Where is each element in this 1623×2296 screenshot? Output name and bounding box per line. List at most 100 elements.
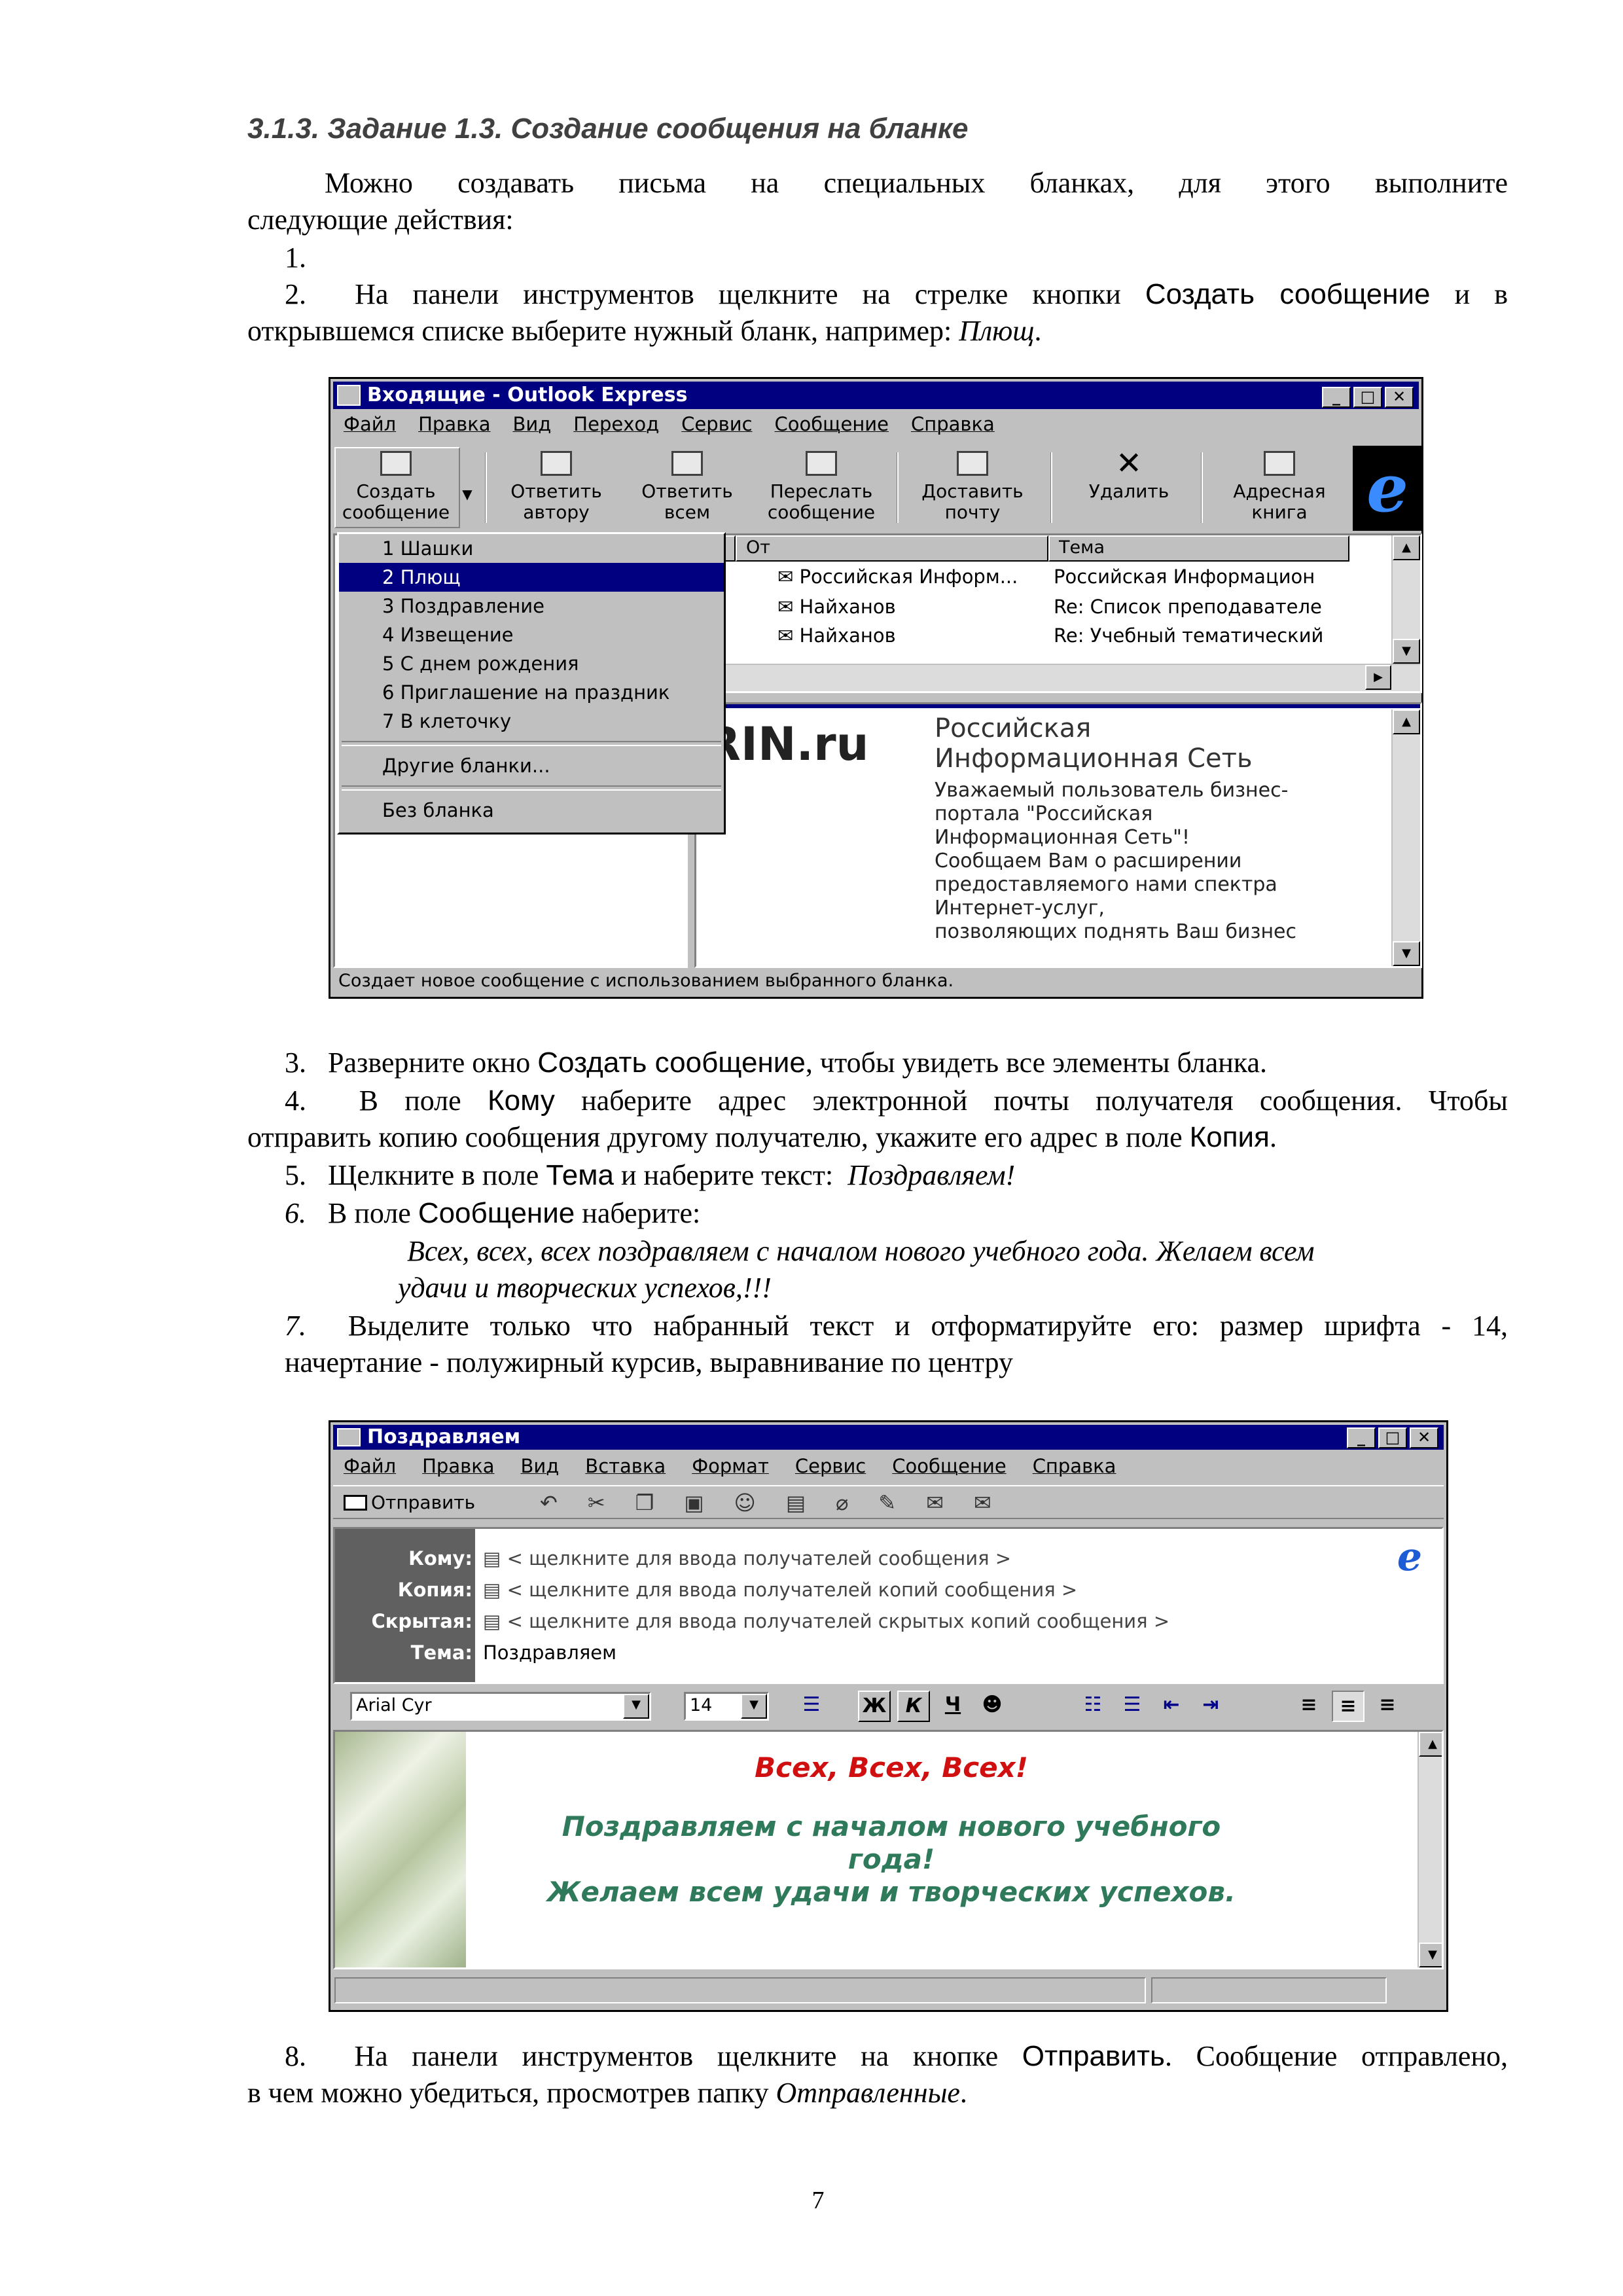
stationery-item[interactable]: 5 С днем рождения xyxy=(339,649,724,678)
from-column-header[interactable]: От xyxy=(736,535,1048,562)
scroll-up-icon[interactable]: ▲ xyxy=(1393,535,1420,560)
sign-icon[interactable]: ✎ xyxy=(878,1490,896,1515)
align-right-icon[interactable]: ≡ xyxy=(1371,1691,1404,1719)
message-row[interactable]: ✉ Найханов xyxy=(777,596,1052,618)
scroll-down-icon[interactable]: ▼ xyxy=(1419,1943,1442,1967)
message-row[interactable]: ✉ Найханов xyxy=(777,624,1052,647)
italic-button[interactable]: К xyxy=(897,1691,930,1722)
step8-num: 8. xyxy=(285,2040,306,2072)
preview-vscrollbar[interactable]: ▲ ▼ xyxy=(1391,709,1420,966)
scroll-down-icon[interactable]: ▼ xyxy=(1393,639,1420,664)
reply-all-button[interactable]: Ответить всем xyxy=(625,451,749,523)
stationery-item[interactable]: 4 Извещение xyxy=(339,620,724,649)
maximize-button[interactable]: □ xyxy=(1353,387,1382,408)
step3: 3. Разверните окно Создать сообщение, чт… xyxy=(285,1045,1267,1081)
menu-file[interactable]: Файл xyxy=(344,1455,396,1477)
step4-cc-ref: Копия xyxy=(1189,1121,1270,1153)
menu-help[interactable]: Справка xyxy=(911,413,995,435)
address-book-button[interactable]: Адресная книга xyxy=(1211,451,1348,523)
no-stationery-item[interactable]: Без бланка xyxy=(339,796,724,825)
cut-icon[interactable]: ✂ xyxy=(588,1490,605,1515)
underline-button[interactable]: Ч xyxy=(936,1691,969,1719)
stationery-item[interactable]: 1 Шашки xyxy=(339,534,724,563)
stationery-item[interactable]: 7 В клеточку xyxy=(339,707,724,736)
menu-tools[interactable]: Сервис xyxy=(681,413,752,435)
font-color-icon[interactable]: ☻ xyxy=(976,1691,1008,1719)
to-field[interactable]: ▤ < щелкните для ввода получателей сообщ… xyxy=(483,1547,1011,1570)
forward-button[interactable]: Переслать сообщение xyxy=(756,451,887,523)
menu-view[interactable]: Вид xyxy=(513,413,552,435)
row-subject[interactable]: Российская Информацион xyxy=(1054,565,1355,588)
scroll-down-icon[interactable]: ▼ xyxy=(1393,941,1420,966)
stationery-item[interactable]: 3 Поздравление xyxy=(339,592,724,620)
paste-icon[interactable]: ▣ xyxy=(684,1490,704,1515)
menu-message[interactable]: Сообщение xyxy=(892,1455,1006,1477)
check-names-icon[interactable]: ☺ xyxy=(734,1490,756,1515)
maximize-button[interactable]: □ xyxy=(1378,1427,1407,1448)
message-list[interactable]: 0 От Тема ✉ Российская Информ... Российс… xyxy=(694,533,1422,693)
send-button[interactable]: Отправить xyxy=(344,1492,475,1513)
menu-message[interactable]: Сообщение xyxy=(775,413,889,435)
step5: 5. Щелкните в поле Тема и наберите текст… xyxy=(285,1157,1015,1194)
create-message-button[interactable]: Создать сообщение xyxy=(337,451,455,523)
address-label-2: книга xyxy=(1251,501,1308,523)
close-button[interactable]: ✕ xyxy=(1385,387,1414,408)
decrease-indent-icon[interactable]: ⇤ xyxy=(1155,1691,1188,1719)
undo-icon[interactable]: ↶ xyxy=(540,1490,558,1515)
attach-icon[interactable]: ⌀ xyxy=(836,1490,848,1515)
minimize-button[interactable]: _ xyxy=(1347,1427,1376,1448)
encrypt-icon[interactable]: ✉ xyxy=(974,1490,991,1515)
paragraph-style-icon[interactable]: ☰ xyxy=(795,1691,828,1719)
subject-column-header[interactable]: Тема xyxy=(1048,535,1349,562)
font-select[interactable]: Arial Cyr ▼ xyxy=(350,1692,651,1721)
menu-format[interactable]: Формат xyxy=(692,1455,769,1477)
message-body[interactable]: Всех, Всех, Всех! Поздравляем с началом … xyxy=(333,1730,1444,1969)
row-subject[interactable]: Re: Список преподавателе xyxy=(1054,596,1355,618)
list-vscrollbar[interactable]: ▲ ▼ xyxy=(1391,535,1420,664)
menu-go[interactable]: Переход xyxy=(573,413,659,435)
align-center-icon[interactable]: ≡ xyxy=(1332,1691,1364,1722)
menu-edit[interactable]: Правка xyxy=(422,1455,494,1477)
create-dropdown-arrow[interactable]: ▼ xyxy=(459,484,476,505)
scroll-up-icon[interactable]: ▲ xyxy=(1393,709,1420,734)
font-dropdown-arrow[interactable]: ▼ xyxy=(623,1694,649,1719)
edit-toolbar: ↶ ✂ ❐ ▣ ☺ ▤ ⌀ ✎ ✉ ✉ xyxy=(540,1490,991,1515)
bullet-list-icon[interactable]: ☰ xyxy=(1116,1691,1149,1719)
increase-indent-icon[interactable]: ⇥ xyxy=(1194,1691,1227,1719)
numbered-list-icon[interactable]: ☷ xyxy=(1077,1691,1109,1719)
delete-button[interactable]: ✕ Удалить xyxy=(1060,448,1198,502)
address-book-icon[interactable]: ▤ xyxy=(786,1490,806,1515)
bold-button[interactable]: Ж xyxy=(858,1691,891,1722)
message-row[interactable]: ✉ Российская Информ... xyxy=(777,565,1052,588)
menu-view[interactable]: Вид xyxy=(521,1455,560,1477)
sign-message-icon[interactable]: ✉ xyxy=(926,1490,944,1515)
body-vscrollbar[interactable]: ▲ ▼ xyxy=(1418,1732,1442,1967)
size-dropdown-arrow[interactable]: ▼ xyxy=(741,1694,767,1719)
menu-insert[interactable]: Вставка xyxy=(585,1455,666,1477)
subject-field[interactable]: Поздравляем xyxy=(483,1641,616,1664)
preview-line: Сообщаем Вам о расширении xyxy=(935,850,1242,872)
stationery-item[interactable]: 6 Приглашение на праздник xyxy=(339,678,724,707)
menu-file[interactable]: Файл xyxy=(344,413,396,435)
preview-pane[interactable]: RIN.ru Российская Информационная Сеть Ув… xyxy=(694,702,1422,968)
minimize-button[interactable]: _ xyxy=(1322,387,1351,408)
menu-help[interactable]: Справка xyxy=(1033,1455,1116,1477)
list-hscrollbar[interactable]: ▶ xyxy=(696,664,1420,691)
scroll-right-icon[interactable]: ▶ xyxy=(1365,665,1391,690)
menu-tools[interactable]: Сервис xyxy=(795,1455,866,1477)
scroll-up-icon[interactable]: ▲ xyxy=(1419,1732,1442,1757)
reply-button[interactable]: Ответить автору xyxy=(494,451,618,523)
align-left-icon[interactable]: ≡ xyxy=(1293,1691,1325,1719)
deliver-mail-button[interactable]: Доставить почту xyxy=(904,451,1041,523)
step8-end: . xyxy=(959,2077,967,2109)
step4-text: В поле xyxy=(359,1085,461,1117)
stationery-item-selected[interactable]: 2 Плющ xyxy=(339,563,724,592)
other-stationery-item[interactable]: Другие бланки... xyxy=(339,751,724,780)
close-button[interactable]: ✕ xyxy=(1410,1427,1438,1448)
menu-edit[interactable]: Правка xyxy=(418,413,490,435)
row-subject[interactable]: Re: Учебный тематический xyxy=(1054,624,1355,647)
bcc-field[interactable]: ▤ < щелкните для ввода получателей скрыт… xyxy=(483,1610,1169,1632)
size-select[interactable]: 14 ▼ xyxy=(684,1692,769,1721)
cc-field[interactable]: ▤ < щелкните для ввода получателей копий… xyxy=(483,1579,1077,1601)
copy-icon[interactable]: ❐ xyxy=(635,1490,654,1515)
